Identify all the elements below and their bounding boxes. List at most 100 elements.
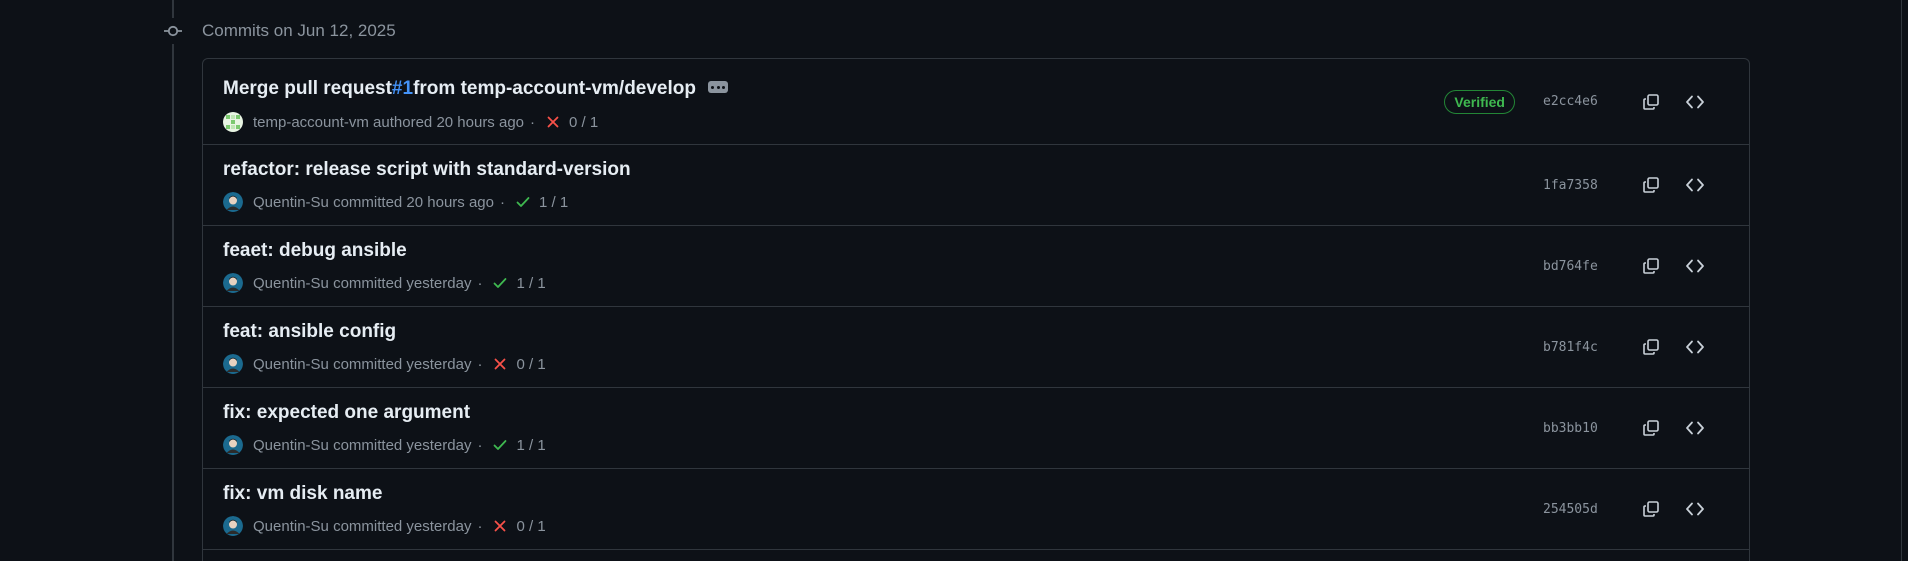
check-status[interactable]: 0 / 1 [541, 114, 598, 131]
copy-icon[interactable] [1637, 171, 1665, 199]
copy-icon[interactable] [1637, 495, 1665, 523]
commit-title[interactable]: feaet: debug ansible [223, 240, 407, 262]
code-icon[interactable] [1681, 495, 1709, 523]
commit-title-line: refactor: release script with standard-v… [223, 159, 631, 181]
scrollbar[interactable] [1901, 0, 1908, 561]
author-name[interactable]: Quentin-Su [253, 194, 329, 211]
commit-sha[interactable]: bb3bb10 [1543, 421, 1603, 436]
commit-list: Merge pull request #1 from temp-account-… [202, 58, 1750, 561]
commit-row: fix: vm disk name Quentin-Su committed ye… [203, 469, 1749, 550]
x-icon [547, 116, 559, 128]
check-icon [494, 440, 507, 450]
author-name[interactable]: Quentin-Su [253, 437, 329, 454]
check-icon [516, 197, 530, 207]
commit-time[interactable]: 20 hours ago [406, 194, 494, 211]
commit-time[interactable]: yesterday [406, 437, 471, 454]
check-status[interactable]: 0 / 1 [488, 518, 546, 535]
commit-time[interactable]: yesterday [406, 275, 471, 292]
commit-title[interactable]: feat: ansible config [223, 321, 396, 343]
author-name[interactable]: Quentin-Su [253, 518, 329, 535]
commit-title-prefix[interactable]: Merge pull request [223, 78, 392, 100]
commit-title-line: fix: vm disk name [223, 483, 382, 505]
commit-row: refactor: release script with standard-v… [203, 145, 1749, 226]
commit-row: Merge pull request #1 from temp-account-… [203, 59, 1749, 145]
commit-meta: Quentin-Su committed 20 hours ago · 1 / 1 [223, 192, 568, 212]
check-count: 0 / 1 [569, 113, 599, 131]
separator-dot: · [530, 113, 536, 131]
commit-sha[interactable]: 1fa7358 [1543, 178, 1603, 193]
separator-dot: · [477, 517, 483, 535]
commit-time[interactable]: 20 hours ago [436, 114, 524, 131]
copy-icon[interactable] [1637, 252, 1665, 280]
commit-title[interactable]: refactor: release script with standard-v… [223, 159, 631, 181]
copy-icon[interactable] [1637, 88, 1665, 116]
x-icon [495, 520, 506, 532]
commit-sha[interactable]: bd764fe [1543, 259, 1603, 274]
commit-meta: Quentin-Su committed yesterday · 0 / 1 [223, 354, 546, 374]
check-status[interactable]: 0 / 1 [488, 355, 546, 373]
commit-title[interactable]: fix: vm disk name [223, 483, 382, 505]
check-count: 0 / 1 [516, 355, 546, 373]
code-icon[interactable] [1681, 171, 1709, 199]
verified-badge[interactable]: Verified [1444, 89, 1515, 114]
avatar[interactable] [223, 354, 243, 374]
commit-sha[interactable]: b781f4c [1543, 340, 1603, 355]
commit-meta: Quentin-Su committed yesterday · 1 / 1 [223, 435, 546, 455]
check-count: 1 / 1 [539, 193, 569, 211]
commit-title[interactable]: fix: expected one argument [223, 402, 470, 424]
commit-action: committed [333, 436, 403, 454]
code-icon[interactable] [1681, 88, 1709, 116]
commit-action: committed [333, 193, 403, 211]
code-icon[interactable] [1681, 414, 1709, 442]
commit-actions: 254505d [1543, 469, 1709, 549]
x-icon [495, 358, 506, 370]
separator-dot: · [477, 274, 483, 292]
pr-link[interactable]: #1 [392, 78, 413, 100]
commit-action: authored [373, 113, 433, 131]
commit-action: committed [333, 517, 403, 535]
commit-time[interactable]: yesterday [406, 518, 471, 535]
commit-title-line: Merge pull request #1 from temp-account-… [223, 78, 728, 100]
commit-meta: temp-account-vm authored 20 hours ago · 0 … [223, 112, 598, 132]
check-count: 1 / 1 [516, 436, 546, 454]
timeline-line [172, 0, 174, 561]
author-name[interactable]: Quentin-Su [253, 356, 329, 373]
avatar[interactable] [223, 112, 243, 132]
avatar[interactable] [223, 516, 243, 536]
git-commit-icon [160, 18, 186, 44]
commit-title-line: fix: expected one argument [223, 402, 470, 424]
commit-action: committed [333, 355, 403, 373]
commit-meta: Quentin-Su committed yesterday · 1 / 1 [223, 273, 546, 293]
commit-sha[interactable]: 254505d [1543, 502, 1603, 517]
code-icon[interactable] [1681, 333, 1709, 361]
avatar[interactable] [223, 273, 243, 293]
check-status[interactable]: 1 / 1 [488, 436, 546, 454]
commit-actions: bd764fe [1543, 226, 1709, 306]
commit-row: feat: ansible config Quentin-Su committed… [203, 307, 1749, 388]
commit-meta: Quentin-Su committed yesterday · 0 / 1 [223, 516, 546, 536]
commit-time[interactable]: yesterday [406, 356, 471, 373]
commit-title-suffix[interactable]: from temp-account-vm/develop [413, 78, 696, 100]
avatar[interactable] [223, 435, 243, 455]
author-name[interactable]: Quentin-Su [253, 275, 329, 292]
commit-group-title: Commits on Jun 12, 2025 [202, 21, 396, 40]
commit-history-page: Commits on Jun 12, 2025 Merge pull reque… [0, 0, 1908, 561]
check-status[interactable]: 1 / 1 [511, 194, 568, 211]
avatar[interactable] [223, 192, 243, 212]
separator-dot: · [477, 436, 483, 454]
commit-sha[interactable]: e2cc4e6 [1543, 94, 1603, 109]
ellipsis-icon[interactable] [708, 81, 728, 93]
copy-icon[interactable] [1637, 333, 1665, 361]
author-name[interactable]: temp-account-vm [253, 114, 369, 131]
commit-title-line: feaet: debug ansible [223, 240, 407, 262]
check-icon [494, 278, 507, 288]
commit-actions: Verified e2cc4e6 [1444, 59, 1709, 144]
check-status[interactable]: 1 / 1 [488, 275, 546, 292]
code-icon[interactable] [1681, 252, 1709, 280]
commit-actions: 1fa7358 [1543, 145, 1709, 225]
copy-icon[interactable] [1637, 414, 1665, 442]
separator-dot: · [477, 355, 483, 373]
commit-action: committed [333, 274, 403, 292]
commit-actions: b781f4c [1543, 307, 1709, 387]
commit-row: feaet: debug ansible Quentin-Su committed… [203, 226, 1749, 307]
